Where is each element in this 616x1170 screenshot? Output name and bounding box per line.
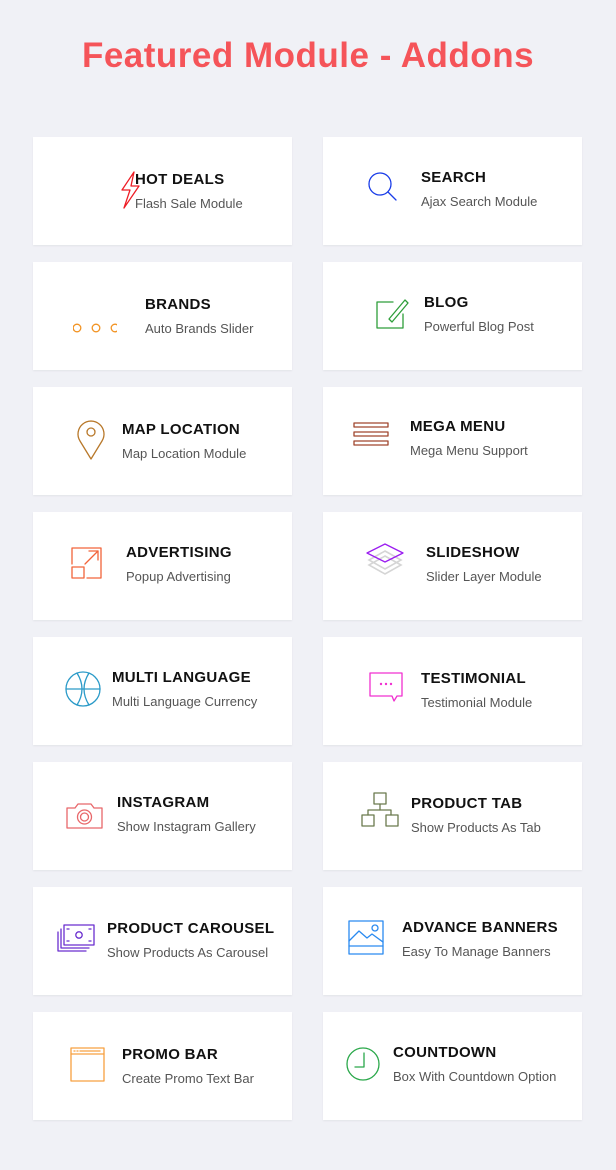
module-name: MEGA MENU <box>410 418 506 435</box>
module-text: SEARCH Ajax Search Module <box>421 169 537 209</box>
module-card-advance-banners[interactable]: ADVANCE BANNERS Easy To Manage Banners <box>323 887 582 995</box>
module-text: PRODUCT CAROUSEL Show Products As Carouse… <box>107 920 274 960</box>
module-description: Popup Advertising <box>126 569 231 584</box>
module-name: HOT DEALS <box>135 171 225 188</box>
module-card-blog[interactable]: BLOG Powerful Blog Post <box>323 262 582 370</box>
module-text: SLIDESHOW Slider Layer Module <box>426 544 542 584</box>
module-text: BLOG Powerful Blog Post <box>424 294 534 334</box>
search-icon <box>363 167 407 211</box>
module-name: TESTIMONIAL <box>421 670 526 687</box>
module-card-mega-menu[interactable]: MEGA MENU Mega Menu Support <box>323 387 582 495</box>
module-name: INSTAGRAM <box>117 794 210 811</box>
module-text: PRODUCT TAB Show Products As Tab <box>411 795 541 835</box>
module-card-advertising[interactable]: ADVERTISING Popup Advertising <box>33 512 292 620</box>
module-card-hot-deals[interactable]: HOT DEALS Flash Sale Module <box>33 137 292 245</box>
module-text: MAP LOCATION Map Location Module <box>122 421 246 461</box>
clock-icon <box>343 1042 387 1086</box>
dots-icon <box>73 306 117 350</box>
module-card-search[interactable]: SEARCH Ajax Search Module <box>323 137 582 245</box>
module-name: PRODUCT TAB <box>411 795 523 812</box>
globe-icon <box>61 667 105 711</box>
module-name: COUNTDOWN <box>393 1044 497 1061</box>
chat-bubble-icon <box>365 665 409 709</box>
module-name: PRODUCT CAROUSEL <box>107 920 275 937</box>
module-text: MULTI LANGUAGE Multi Language Currency <box>112 669 257 709</box>
module-description: Box With Countdown Option <box>393 1069 557 1084</box>
module-description: Multi Language Currency <box>112 694 258 709</box>
module-card-testimonial[interactable]: TESTIMONIAL Testimonial Module <box>323 637 582 745</box>
module-text: HOT DEALS Flash Sale Module <box>135 171 243 211</box>
module-description: Ajax Search Module <box>421 194 538 209</box>
module-text: MEGA MENU Mega Menu Support <box>410 418 528 458</box>
edit-icon <box>371 292 415 336</box>
expand-icon <box>69 542 113 586</box>
layers-icon <box>363 538 407 582</box>
module-name: MULTI LANGUAGE <box>112 669 251 686</box>
module-card-countdown[interactable]: COUNTDOWN Box With Countdown Option <box>323 1012 582 1120</box>
module-text: BRANDS Auto Brands Slider <box>145 296 253 336</box>
module-description: Mega Menu Support <box>410 443 528 458</box>
module-card-product-carousel[interactable]: PRODUCT CAROUSEL Show Products As Carouse… <box>33 887 292 995</box>
module-description: Powerful Blog Post <box>424 319 534 334</box>
module-card-slideshow[interactable]: SLIDESHOW Slider Layer Module <box>323 512 582 620</box>
module-description: Auto Brands Slider <box>145 321 254 336</box>
module-description: Testimonial Module <box>421 695 533 710</box>
money-stack-icon <box>53 917 97 961</box>
module-name: ADVERTISING <box>126 544 232 561</box>
module-description: Create Promo Text Bar <box>122 1071 254 1086</box>
module-description: Easy To Manage Banners <box>402 944 551 959</box>
module-name: ADVANCE BANNERS <box>402 919 558 936</box>
module-text: PROMO BAR Create Promo Text Bar <box>122 1046 254 1086</box>
module-description: Show Instagram Gallery <box>117 819 256 834</box>
camera-icon <box>63 794 107 838</box>
module-card-instagram[interactable]: INSTAGRAM Show Instagram Gallery <box>33 762 292 870</box>
module-name: SLIDESHOW <box>426 544 520 561</box>
module-name: SEARCH <box>421 169 487 186</box>
module-description: Show Products As Carousel <box>107 945 269 960</box>
module-text: INSTAGRAM Show Instagram Gallery <box>117 794 256 834</box>
module-card-brands[interactable]: BRANDS Auto Brands Slider <box>33 262 292 370</box>
module-text: COUNTDOWN Box With Countdown Option <box>393 1044 556 1084</box>
browser-window-icon <box>67 1042 111 1086</box>
module-description: Map Location Module <box>122 446 247 461</box>
module-card-map-location[interactable]: MAP LOCATION Map Location Module <box>33 387 292 495</box>
module-card-product-tab[interactable]: PRODUCT TAB Show Products As Tab <box>323 762 582 870</box>
sitemap-icon <box>359 790 403 834</box>
module-description: Slider Layer Module <box>426 569 542 584</box>
module-text: ADVANCE BANNERS Easy To Manage Banners <box>402 919 558 959</box>
module-text: ADVERTISING Popup Advertising <box>126 544 232 584</box>
module-name: MAP LOCATION <box>122 421 241 438</box>
module-name: BLOG <box>424 294 469 311</box>
module-card-multi-language[interactable]: MULTI LANGUAGE Multi Language Currency <box>33 637 292 745</box>
page-title: Featured Module - Addons <box>81 36 535 75</box>
module-card-promo-bar[interactable]: PROMO BAR Create Promo Text Bar <box>33 1012 292 1120</box>
map-pin-icon <box>69 417 113 461</box>
image-icon <box>345 915 389 959</box>
module-name: BRANDS <box>145 296 211 313</box>
module-text: TESTIMONIAL Testimonial Module <box>421 670 532 710</box>
module-description: Flash Sale Module <box>135 196 243 211</box>
menu-icon <box>351 413 395 457</box>
module-description: Show Products As Tab <box>411 820 541 835</box>
module-name: PROMO BAR <box>122 1046 219 1063</box>
